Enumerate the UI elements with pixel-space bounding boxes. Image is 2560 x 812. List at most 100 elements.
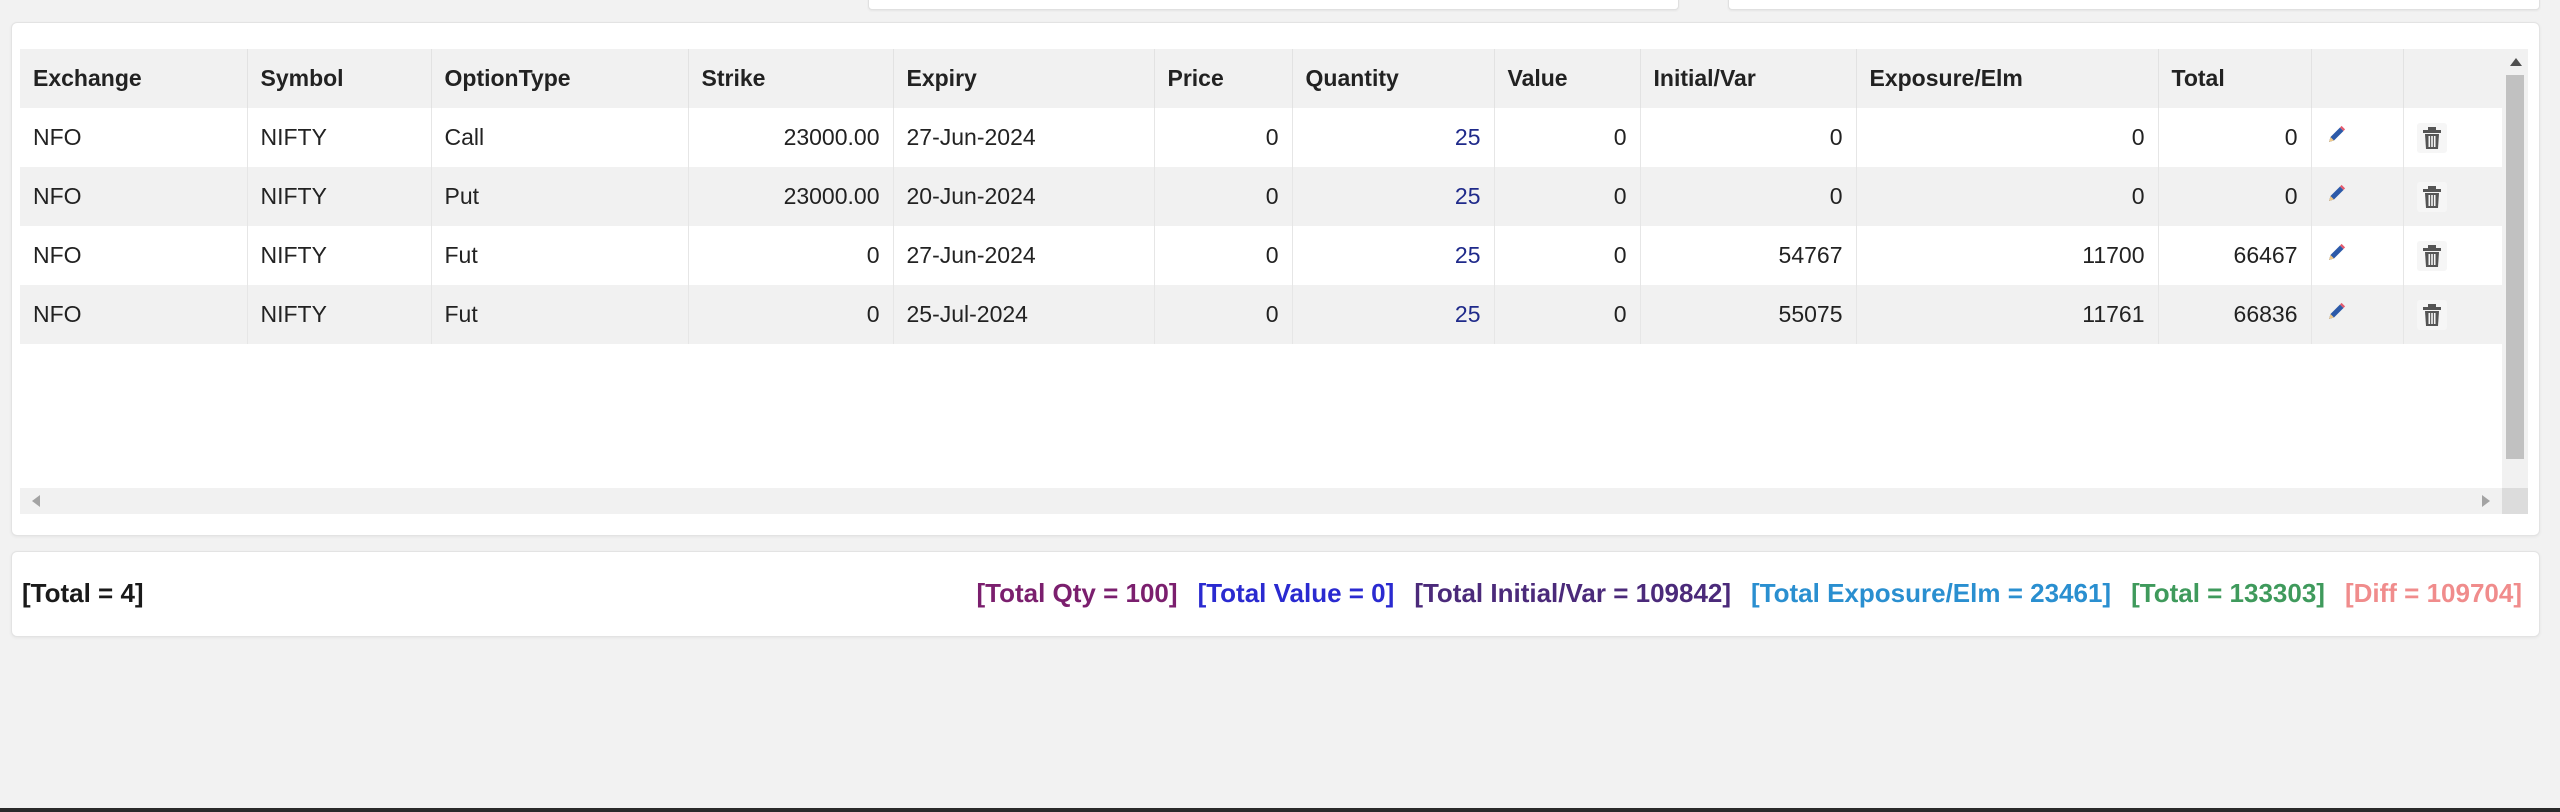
scrollbar-corner xyxy=(2502,488,2528,514)
total-initial-var-label: [Total Initial/Var = 109842] xyxy=(1414,578,1732,608)
grand-total-label: [Total = 133303] xyxy=(2131,578,2325,608)
table-header-row: Exchange Symbol OptionType Strike Expiry… xyxy=(20,49,2502,108)
cell-option-type: Put xyxy=(431,167,689,226)
pencil-icon[interactable] xyxy=(2325,124,2347,152)
cell-edit xyxy=(2311,285,2404,344)
table-row[interactable]: NFO NIFTY Put 23000.00 20-Jun-2024 0 25 … xyxy=(20,167,2502,226)
cell-strike: 0 xyxy=(688,285,894,344)
cell-total: 66467 xyxy=(2158,226,2312,285)
totals-summary-panel: [Total = 4] [Total Qty = 100] [Total Val… xyxy=(11,551,2540,637)
cell-initial-var: 0 xyxy=(1640,167,1857,226)
column-header-delete xyxy=(2403,49,2502,108)
scroll-left-arrow-icon[interactable] xyxy=(32,495,40,507)
table-row[interactable]: NFO NIFTY Call 23000.00 27-Jun-2024 0 25… xyxy=(20,108,2502,167)
pencil-icon[interactable] xyxy=(2325,183,2347,211)
cell-delete xyxy=(2403,167,2502,226)
cell-option-type: Fut xyxy=(431,226,689,285)
cell-initial-var: 55075 xyxy=(1640,285,1857,344)
cell-exposure-elm: 11761 xyxy=(1856,285,2159,344)
cell-exposure-elm: 0 xyxy=(1856,167,2159,226)
total-exposure-elm-label: [Total Exposure/Elm = 23461] xyxy=(1751,578,2112,608)
cell-price: 0 xyxy=(1154,226,1293,285)
bottom-border xyxy=(0,808,2560,812)
column-header-option-type[interactable]: OptionType xyxy=(431,49,689,108)
cell-delete xyxy=(2403,285,2502,344)
column-header-initial-var[interactable]: Initial/Var xyxy=(1640,49,1857,108)
cell-exchange: NFO xyxy=(20,108,248,167)
cell-total: 0 xyxy=(2158,167,2312,226)
cell-total: 66836 xyxy=(2158,285,2312,344)
cell-edit xyxy=(2311,108,2404,167)
cell-quantity[interactable]: 25 xyxy=(1292,167,1495,226)
cell-symbol: NIFTY xyxy=(247,108,432,167)
column-header-exposure-elm[interactable]: Exposure/Elm xyxy=(1856,49,2159,108)
cell-exposure-elm: 11700 xyxy=(1856,226,2159,285)
horizontal-scrollbar[interactable] xyxy=(20,488,2502,514)
top-panel-left xyxy=(868,0,1679,10)
cell-quantity[interactable]: 25 xyxy=(1292,226,1495,285)
cell-expiry: 27-Jun-2024 xyxy=(893,108,1155,167)
trash-icon[interactable] xyxy=(2416,122,2447,153)
cell-value: 0 xyxy=(1494,167,1641,226)
total-qty-label: [Total Qty = 100] xyxy=(976,578,1178,608)
cell-exchange: NFO xyxy=(20,226,248,285)
top-panel-right xyxy=(1728,0,2540,10)
column-header-expiry[interactable]: Expiry xyxy=(893,49,1155,108)
cell-option-type: Call xyxy=(431,108,689,167)
column-header-edit xyxy=(2311,49,2404,108)
totals-stats: [Total Qty = 100] [Total Value = 0] [Tot… xyxy=(976,578,2522,609)
cell-value: 0 xyxy=(1494,108,1641,167)
cell-delete xyxy=(2403,108,2502,167)
column-header-strike[interactable]: Strike xyxy=(688,49,894,108)
cell-value: 0 xyxy=(1494,285,1641,344)
cell-expiry: 27-Jun-2024 xyxy=(893,226,1155,285)
cell-initial-var: 54767 xyxy=(1640,226,1857,285)
scroll-right-arrow-icon[interactable] xyxy=(2482,495,2490,507)
pencil-icon[interactable] xyxy=(2325,301,2347,329)
cell-quantity[interactable]: 25 xyxy=(1292,285,1495,344)
cell-delete xyxy=(2403,226,2502,285)
column-header-total[interactable]: Total xyxy=(2158,49,2312,108)
total-value-label: [Total Value = 0] xyxy=(1197,578,1395,608)
cell-quantity[interactable]: 25 xyxy=(1292,108,1495,167)
cell-exchange: NFO xyxy=(20,285,248,344)
cell-expiry: 25-Jul-2024 xyxy=(893,285,1155,344)
positions-grid-panel: Exchange Symbol OptionType Strike Expiry… xyxy=(11,22,2540,536)
column-header-symbol[interactable]: Symbol xyxy=(247,49,432,108)
column-header-quantity[interactable]: Quantity xyxy=(1292,49,1495,108)
cell-initial-var: 0 xyxy=(1640,108,1857,167)
cell-total: 0 xyxy=(2158,108,2312,167)
vertical-scrollbar[interactable] xyxy=(2502,49,2528,512)
trash-icon[interactable] xyxy=(2416,299,2447,330)
diff-label: [Diff = 109704] xyxy=(2344,578,2522,608)
trash-icon[interactable] xyxy=(2416,181,2447,212)
column-header-value[interactable]: Value xyxy=(1494,49,1641,108)
grid-viewport: Exchange Symbol OptionType Strike Expiry… xyxy=(20,49,2502,512)
cell-symbol: NIFTY xyxy=(247,285,432,344)
cell-symbol: NIFTY xyxy=(247,167,432,226)
cell-exchange: NFO xyxy=(20,167,248,226)
cell-edit xyxy=(2311,226,2404,285)
cell-exposure-elm: 0 xyxy=(1856,108,2159,167)
vertical-scrollbar-thumb[interactable] xyxy=(2506,75,2524,459)
cell-symbol: NIFTY xyxy=(247,226,432,285)
trash-icon[interactable] xyxy=(2416,240,2447,271)
cell-strike: 0 xyxy=(688,226,894,285)
total-count-label: [Total = 4] xyxy=(22,578,144,608)
cell-price: 0 xyxy=(1154,167,1293,226)
cell-expiry: 20-Jun-2024 xyxy=(893,167,1155,226)
cell-strike: 23000.00 xyxy=(688,108,894,167)
cell-strike: 23000.00 xyxy=(688,167,894,226)
column-header-exchange[interactable]: Exchange xyxy=(20,49,248,108)
cell-price: 0 xyxy=(1154,285,1293,344)
pencil-icon[interactable] xyxy=(2325,242,2347,270)
positions-table: Exchange Symbol OptionType Strike Expiry… xyxy=(20,49,2502,344)
table-row[interactable]: NFO NIFTY Fut 0 27-Jun-2024 0 25 0 54767… xyxy=(20,226,2502,285)
cell-price: 0 xyxy=(1154,108,1293,167)
cell-option-type: Fut xyxy=(431,285,689,344)
scroll-up-arrow-icon[interactable] xyxy=(2510,58,2522,66)
cell-edit xyxy=(2311,167,2404,226)
table-row[interactable]: NFO NIFTY Fut 0 25-Jul-2024 0 25 0 55075… xyxy=(20,285,2502,344)
cell-value: 0 xyxy=(1494,226,1641,285)
column-header-price[interactable]: Price xyxy=(1154,49,1293,108)
